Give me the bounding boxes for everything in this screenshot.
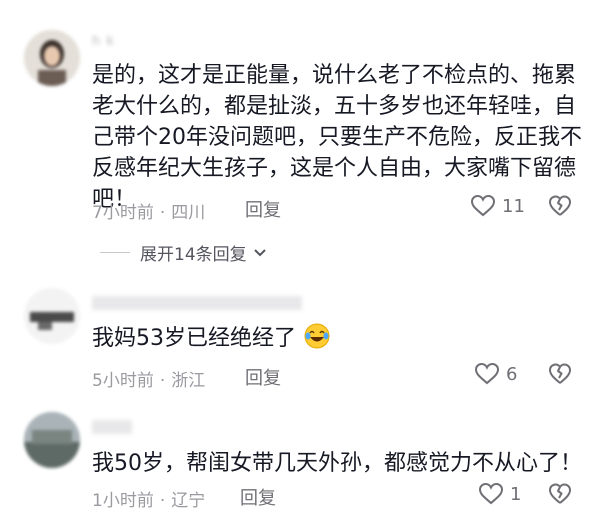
reply-button[interactable]: 回复 [240, 484, 276, 510]
expand-replies-label: 展开14条回复 [140, 245, 247, 265]
like-button[interactable]: 1 [478, 482, 521, 506]
expand-replies-button[interactable]: 展开14条回复 [100, 240, 267, 265]
heart-outline-icon [470, 194, 496, 217]
comment-meta: 5小时前 · 浙江 [92, 371, 206, 391]
comment-text: 是的，这才是正能量，说什么老了不检点的、拖累老大什么的，都是扯淡，五十多岁也还年… [92, 63, 582, 212]
comment-time: 5小时前 [92, 371, 154, 391]
username[interactable] [92, 296, 302, 310]
avatar[interactable] [24, 288, 80, 344]
comment-location: 四川 [171, 203, 206, 223]
like-count: 6 [506, 363, 518, 385]
dislike-button[interactable] [548, 362, 572, 390]
broken-heart-icon [549, 483, 571, 504]
dislike-button[interactable] [548, 194, 572, 222]
reply-button[interactable]: 回复 [245, 196, 281, 222]
like-count: 1 [510, 483, 522, 505]
comment-meta: 1小时前 · 辽宁 [92, 491, 206, 511]
chevron-down-icon [253, 248, 266, 256]
comment-text: 我妈53岁已经绝经了 [92, 322, 592, 359]
like-button[interactable]: 6 [474, 362, 517, 386]
like-button[interactable]: 11 [470, 194, 525, 218]
like-count: 11 [502, 195, 525, 217]
laughing-tears-emoji-icon [303, 322, 331, 359]
reply-button[interactable]: 回复 [245, 364, 281, 390]
broken-heart-icon [549, 195, 571, 216]
comment-time: 7小时前 [92, 203, 154, 223]
broken-heart-icon [549, 363, 571, 384]
comment-time: 1小时前 [92, 491, 154, 511]
avatar[interactable] [24, 412, 80, 468]
comment-location: 辽宁 [171, 491, 206, 511]
comment-text: 我50岁，帮闺女带几天外孙，都感觉力不从心了！ [92, 451, 582, 476]
heart-outline-icon [474, 362, 500, 385]
comment-meta: 7小时前 · 四川 [92, 203, 206, 223]
comment-location: 浙江 [171, 371, 206, 391]
dislike-button[interactable] [548, 482, 572, 510]
avatar[interactable] [24, 30, 80, 86]
heart-outline-icon [478, 482, 504, 505]
username[interactable] [92, 420, 132, 434]
divider [100, 252, 130, 253]
username[interactable]: h k [92, 34, 115, 49]
